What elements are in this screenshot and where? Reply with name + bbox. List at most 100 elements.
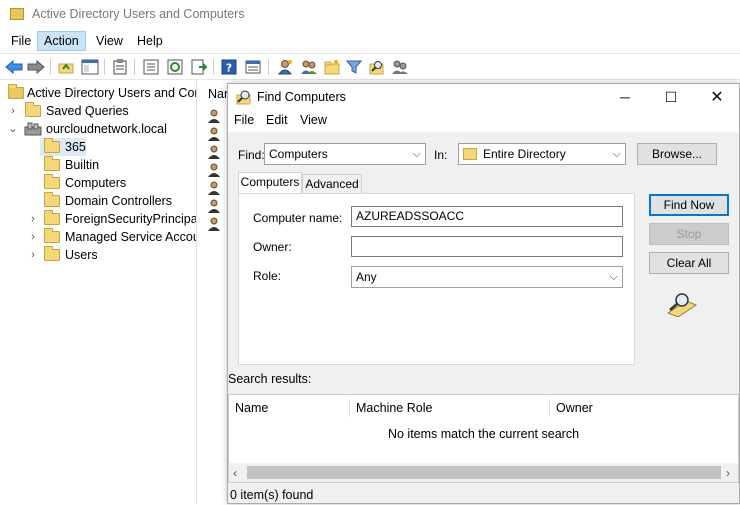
filter-icon[interactable]: [345, 58, 363, 76]
scroll-left-icon[interactable]: ‹: [233, 466, 237, 480]
ou-folder-icon: [44, 138, 60, 153]
app-icon: [10, 8, 24, 20]
dialog-menu-view[interactable]: View: [300, 113, 327, 127]
status-bar: 0 item(s) found: [230, 488, 314, 502]
tab-advanced[interactable]: Advanced: [302, 174, 362, 195]
menu-help[interactable]: Help: [131, 31, 169, 51]
role-select[interactable]: Any ⌵: [351, 266, 623, 288]
folder-icon: [25, 102, 41, 117]
maximize-button[interactable]: ☐: [648, 84, 694, 110]
clear-all-button[interactable]: Clear All: [649, 252, 729, 274]
up-folder-icon[interactable]: [57, 58, 75, 76]
tree-item-label: Managed Service Accour: [65, 230, 197, 244]
add-to-group-icon[interactable]: [391, 58, 409, 76]
dialog-menu-bar: File Edit View: [228, 110, 739, 132]
console-root-icon: [8, 84, 24, 99]
column-header-owner[interactable]: Owner: [550, 395, 730, 421]
tab-computers[interactable]: Computers: [238, 172, 302, 194]
help-icon[interactable]: ?: [220, 58, 238, 76]
tree-item-365[interactable]: 365: [0, 138, 196, 156]
tree-item-foreign-security-principals[interactable]: › ForeignSecurityPrincipals: [0, 210, 197, 228]
domain-icon: [24, 122, 42, 136]
new-group-icon[interactable]: [300, 58, 318, 76]
chevron-right-icon[interactable]: ›: [28, 210, 38, 228]
column-header-machine-role[interactable]: Machine Role: [350, 395, 548, 421]
tree-item-label: 365: [65, 140, 86, 154]
find-now-button[interactable]: Find Now: [649, 194, 729, 216]
search-results-list: Name Machine Role Owner No items match t…: [228, 394, 739, 483]
minimize-button[interactable]: ─: [602, 84, 648, 110]
owner-input[interactable]: [351, 236, 623, 257]
owner-label: Owner:: [253, 240, 292, 254]
tree-item-computers[interactable]: Computers: [0, 174, 196, 192]
tree-item-builtin[interactable]: Builtin: [0, 156, 196, 174]
menu-file[interactable]: File: [5, 31, 37, 51]
scroll-right-icon[interactable]: ›: [726, 466, 730, 480]
directory-icon: [463, 148, 477, 160]
user-icon: [208, 109, 220, 123]
tree-item-domain-controllers[interactable]: Domain Controllers: [0, 192, 196, 210]
column-header-name[interactable]: Name: [229, 395, 349, 421]
chevron-down-icon: ⌵: [412, 148, 421, 160]
find-icon: [236, 89, 252, 105]
show-console-tree-icon[interactable]: [81, 58, 99, 76]
computer-name-input[interactable]: AZUREADSSOACC: [351, 206, 623, 227]
scrollbar-thumb[interactable]: [247, 466, 721, 479]
user-icon: [208, 163, 220, 177]
dialog-menu-edit[interactable]: Edit: [266, 113, 288, 127]
find-computers-dialog: Find Computers ─ ☐ ✕ File Edit View Find…: [227, 83, 740, 504]
user-icon: [208, 199, 220, 213]
refresh-icon[interactable]: [166, 58, 184, 76]
folder-icon: [44, 210, 60, 225]
empty-results-message: No items match the current search: [387, 427, 580, 441]
role-value: Any: [356, 270, 377, 284]
tree-item-domain[interactable]: ⌄ ourcloudnetwork.local: [0, 120, 196, 138]
chevron-down-icon[interactable]: ⌄: [8, 120, 18, 138]
chevron-right-icon[interactable]: ›: [28, 228, 38, 246]
tree-item-label: Saved Queries: [46, 104, 129, 118]
search-magnifier-icon: [664, 291, 698, 318]
horizontal-scrollbar[interactable]: ‹ ›: [229, 463, 738, 482]
find-type-select[interactable]: Computers ⌵: [264, 143, 426, 165]
tree-root[interactable]: Active Directory Users and Com: [0, 84, 196, 102]
user-icon: [208, 145, 220, 159]
tree-item-label: ForeignSecurityPrincipals: [65, 212, 197, 226]
new-ou-icon[interactable]: [323, 58, 341, 76]
properties-icon[interactable]: [142, 58, 160, 76]
dialog-title-bar: Find Computers ─ ☐ ✕: [228, 84, 739, 110]
role-label: Role:: [253, 269, 282, 283]
in-label: In:: [434, 148, 448, 162]
tree-item-label: Users: [65, 248, 98, 262]
window-title: Active Directory Users and Computers: [32, 7, 245, 21]
toolbar: ?: [0, 53, 740, 80]
tree-item-users[interactable]: › Users: [0, 246, 196, 264]
find-icon[interactable]: [368, 58, 386, 76]
clipboard-icon[interactable]: [111, 58, 129, 76]
back-arrow-icon[interactable]: [5, 58, 23, 76]
main-title-bar: Active Directory Users and Computers: [0, 0, 740, 30]
tree-item-label: Domain Controllers: [65, 194, 172, 208]
chevron-right-icon[interactable]: ›: [8, 102, 18, 120]
user-icon: [208, 127, 220, 141]
new-user-icon[interactable]: [276, 58, 294, 76]
tree-item-managed-service-accounts[interactable]: › Managed Service Accour: [0, 228, 197, 246]
menu-action[interactable]: Action: [37, 31, 86, 51]
close-button[interactable]: ✕: [694, 84, 740, 110]
browse-button[interactable]: Browse...: [637, 143, 717, 165]
chevron-down-icon: ⌵: [609, 271, 618, 283]
chevron-right-icon[interactable]: ›: [28, 246, 38, 264]
computers-tab-panel: Computer name: AZUREADSSOACC Owner: Role…: [238, 193, 635, 365]
tree-item-label: ourcloudnetwork.local: [46, 122, 167, 136]
computer-name-label: Computer name:: [253, 211, 343, 225]
view-icon[interactable]: [244, 58, 262, 76]
tree-item-saved-queries[interactable]: › Saved Queries: [0, 102, 196, 120]
menu-view[interactable]: View: [90, 31, 129, 51]
stop-button[interactable]: Stop: [649, 223, 729, 245]
user-icon: [208, 181, 220, 195]
forward-arrow-icon[interactable]: [27, 58, 45, 76]
dialog-menu-file[interactable]: File: [234, 113, 254, 127]
in-scope-select[interactable]: Entire Directory ⌵: [458, 143, 626, 165]
export-list-icon[interactable]: [190, 58, 208, 76]
dialog-title: Find Computers: [257, 90, 346, 104]
column-header-name[interactable]: Nar: [208, 87, 228, 101]
